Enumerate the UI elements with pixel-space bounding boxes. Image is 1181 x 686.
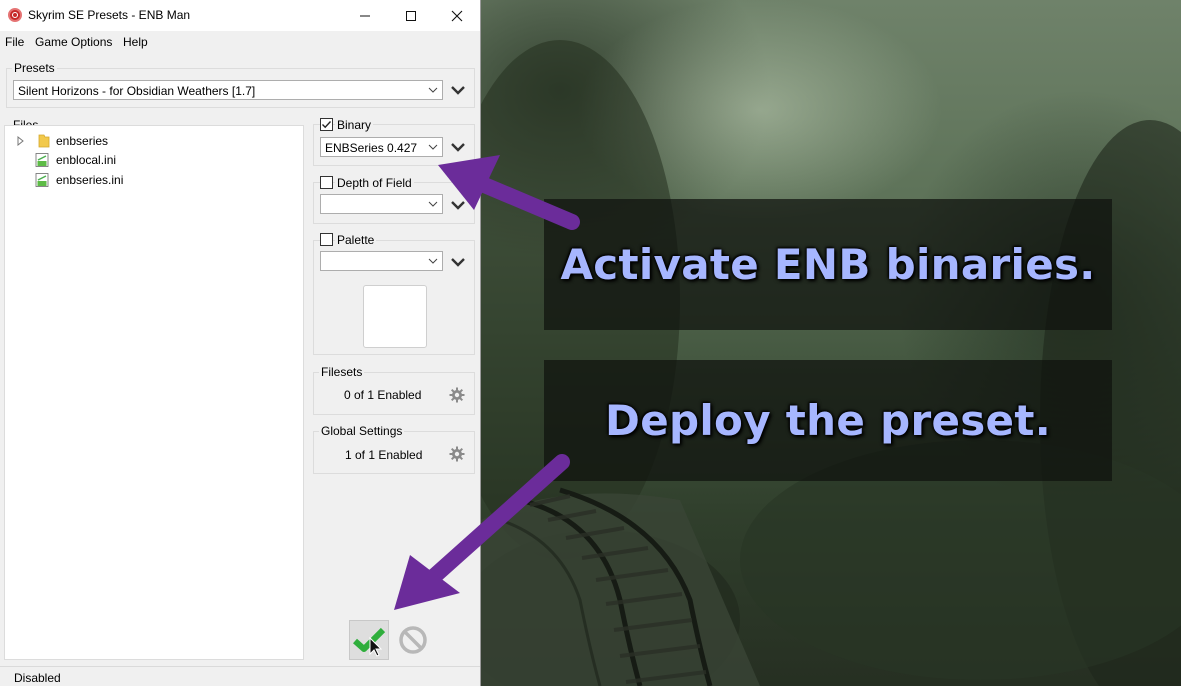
binary-label: Binary (335, 118, 374, 132)
gear-icon[interactable] (449, 446, 465, 462)
global-settings-label: Global Settings (319, 424, 405, 438)
status-bar: Disabled (0, 666, 480, 686)
binary-expand-chevron-icon[interactable] (450, 141, 466, 153)
minimize-button[interactable] (342, 0, 388, 31)
palette-label: Palette (335, 233, 377, 247)
disable-button[interactable] (396, 623, 430, 657)
window-title: Skyrim SE Presets - ENB Man (28, 8, 191, 22)
presets-expand-chevron-icon[interactable] (450, 84, 466, 96)
ini-file-icon (35, 153, 49, 167)
tree-item-enbseries-ini[interactable]: enbseries.ini (35, 171, 123, 189)
menu-help[interactable]: Help (123, 35, 148, 49)
checkmark-icon (322, 121, 332, 129)
depth-of-field-expand-chevron-icon[interactable] (450, 199, 466, 211)
chevron-down-icon (428, 258, 438, 264)
palette-combobox[interactable] (320, 251, 443, 271)
tree-item-label: enbseries (56, 134, 109, 148)
minimize-icon (360, 15, 370, 16)
presets-combobox[interactable]: Silent Horizons - for Obsidian Weathers … (13, 80, 443, 100)
tree-item-enblocal-ini[interactable]: enblocal.ini (35, 151, 116, 169)
menu-game-options[interactable]: Game Options (35, 35, 112, 49)
menu-file[interactable]: File (5, 35, 24, 49)
close-icon (451, 10, 463, 21)
tree-item-label: enbseries.ini (56, 173, 124, 187)
chevron-down-icon (428, 144, 438, 150)
maximize-button[interactable] (388, 0, 434, 31)
app-window: Skyrim SE Presets - ENB Man File Game Op… (0, 0, 481, 686)
banner-activate-binaries: Activate ENB binaries. (544, 199, 1112, 330)
presets-selected-value: Silent Horizons - for Obsidian Weathers … (18, 84, 256, 98)
deploy-checkmark-icon (353, 627, 386, 657)
menu-bar: File Game Options Help (0, 31, 480, 53)
maximize-icon (406, 10, 416, 21)
palette-preview (363, 285, 427, 348)
tree-item-label: enblocal.ini (56, 153, 117, 167)
palette-checkbox[interactable] (320, 233, 333, 246)
gear-icon[interactable] (449, 387, 465, 403)
ini-file-icon (35, 173, 49, 187)
binary-selected-value: ENBSeries 0.427 (325, 141, 418, 155)
expand-arrow-icon[interactable] (17, 136, 25, 146)
tree-item-enbseries-folder[interactable]: enbseries (17, 132, 108, 150)
app-logo-icon (8, 8, 22, 22)
deploy-button[interactable] (349, 620, 389, 660)
filesets-status: 0 of 1 Enabled (344, 388, 422, 402)
banner-text-top: Activate ENB binaries. (560, 240, 1096, 289)
banner-deploy-preset: Deploy the preset. (544, 360, 1112, 481)
binary-combobox[interactable]: ENBSeries 0.427 (320, 137, 443, 157)
palette-expand-chevron-icon[interactable] (450, 256, 466, 268)
title-bar[interactable]: Skyrim SE Presets - ENB Man (0, 0, 480, 31)
banner-text-bottom: Deploy the preset. (605, 396, 1051, 445)
global-settings-status: 1 of 1 Enabled (345, 448, 423, 462)
files-tree[interactable]: enbseries enblocal.ini enbseries.ini (4, 125, 304, 660)
depth-of-field-checkbox[interactable] (320, 176, 333, 189)
depth-of-field-combobox[interactable] (320, 194, 443, 214)
binary-checkbox[interactable] (320, 118, 333, 131)
folder-icon (38, 134, 50, 148)
close-button[interactable] (434, 0, 480, 31)
presets-label: Presets (12, 61, 57, 75)
filesets-label: Filesets (319, 365, 365, 379)
chevron-down-icon (428, 87, 438, 93)
chevron-down-icon (428, 201, 438, 207)
depth-of-field-label: Depth of Field (335, 176, 414, 190)
status-bar-text: Disabled (14, 671, 61, 685)
